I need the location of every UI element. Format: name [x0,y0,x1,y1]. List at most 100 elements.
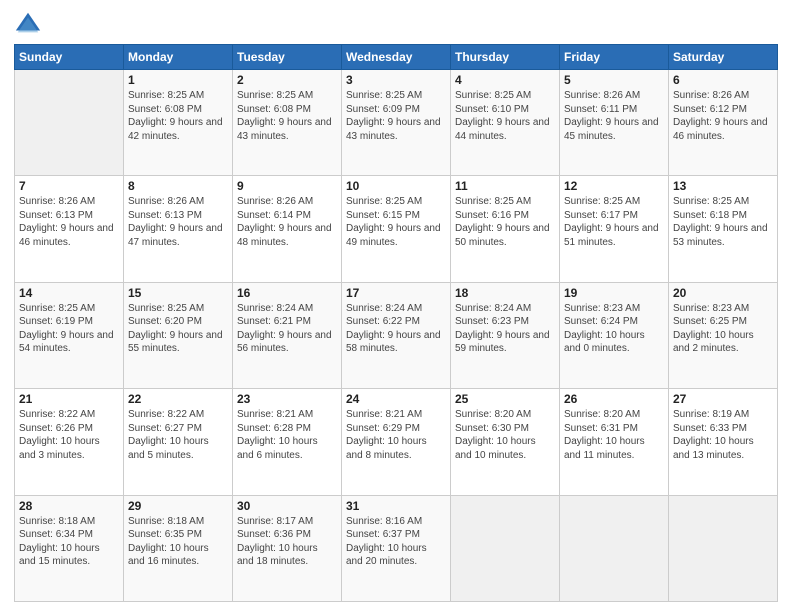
calendar-day-cell: 1 Sunrise: 8:25 AMSunset: 6:08 PMDaylight… [124,70,233,176]
day-info: Sunrise: 8:26 AMSunset: 6:14 PMDaylight:… [237,195,337,249]
logo-icon [14,10,42,38]
day-number: 3 [346,73,446,87]
day-number: 13 [673,179,773,193]
day-info: Sunrise: 8:25 AMSunset: 6:16 PMDaylight:… [455,195,555,249]
weekday-header-row: SundayMondayTuesdayWednesdayThursdayFrid… [15,45,778,70]
calendar-day-cell: 11 Sunrise: 8:25 AMSunset: 6:16 PMDayligh… [451,176,560,282]
day-number: 9 [237,179,337,193]
day-number: 8 [128,179,228,193]
calendar-day-cell: 16 Sunrise: 8:24 AMSunset: 6:21 PMDayligh… [233,282,342,388]
day-info: Sunrise: 8:25 AMSunset: 6:17 PMDaylight:… [564,195,664,249]
day-info: Sunrise: 8:25 AMSunset: 6:19 PMDaylight:… [19,302,119,356]
calendar-day-cell: 12 Sunrise: 8:25 AMSunset: 6:17 PMDayligh… [560,176,669,282]
day-info: Sunrise: 8:25 AMSunset: 6:08 PMDaylight:… [128,89,228,143]
day-info: Sunrise: 8:26 AMSunset: 6:12 PMDaylight:… [673,89,773,143]
calendar-day-cell: 27Sunrise: 8:19 AMSunset: 6:33 PMDayligh… [669,389,778,495]
calendar-body: 1 Sunrise: 8:25 AMSunset: 6:08 PMDaylight… [15,70,778,602]
calendar-day-cell: 2 Sunrise: 8:25 AMSunset: 6:08 PMDaylight… [233,70,342,176]
calendar-day-cell: 4 Sunrise: 8:25 AMSunset: 6:10 PMDaylight… [451,70,560,176]
day-info: Sunrise: 8:25 AMSunset: 6:20 PMDaylight:… [128,302,228,356]
day-info: Sunrise: 8:26 AMSunset: 6:13 PMDaylight:… [19,195,119,249]
day-number: 7 [19,179,119,193]
day-info: Sunrise: 8:26 AMSunset: 6:13 PMDaylight:… [128,195,228,249]
calendar-week-row: 14 Sunrise: 8:25 AMSunset: 6:19 PMDayligh… [15,282,778,388]
day-number: 26 [564,392,664,406]
weekday-header-cell: Saturday [669,45,778,70]
day-number: 20 [673,286,773,300]
day-number: 29 [128,499,228,513]
calendar-day-cell: 28 Sunrise: 8:18 AMSunset: 6:34 PMDayligh… [15,495,124,601]
calendar-day-cell: 31 Sunrise: 8:16 AMSunset: 6:37 PMDayligh… [342,495,451,601]
calendar-day-cell: 29Sunrise: 8:18 AMSunset: 6:35 PMDayligh… [124,495,233,601]
day-info: Sunrise: 8:26 AMSunset: 6:11 PMDaylight:… [564,89,664,143]
day-info: Sunrise: 8:23 AMSunset: 6:24 PMDaylight:… [564,302,664,356]
calendar-day-cell: 18Sunrise: 8:24 AMSunset: 6:23 PMDayligh… [451,282,560,388]
calendar-day-cell: 14 Sunrise: 8:25 AMSunset: 6:19 PMDayligh… [15,282,124,388]
day-number: 25 [455,392,555,406]
day-info: Sunrise: 8:17 AMSunset: 6:36 PMDaylight:… [237,515,337,569]
calendar-day-cell: 22 Sunrise: 8:22 AMSunset: 6:27 PMDayligh… [124,389,233,495]
calendar-header: SundayMondayTuesdayWednesdayThursdayFrid… [15,45,778,70]
day-number: 1 [128,73,228,87]
day-number: 11 [455,179,555,193]
calendar-table: SundayMondayTuesdayWednesdayThursdayFrid… [14,44,778,602]
calendar-day-cell: 19 Sunrise: 8:23 AMSunset: 6:24 PMDayligh… [560,282,669,388]
header [14,10,778,38]
day-info: Sunrise: 8:24 AMSunset: 6:23 PMDaylight:… [455,302,555,356]
day-number: 21 [19,392,119,406]
day-info: Sunrise: 8:20 AMSunset: 6:30 PMDaylight:… [455,408,555,462]
day-number: 5 [564,73,664,87]
day-info: Sunrise: 8:21 AMSunset: 6:29 PMDaylight:… [346,408,446,462]
day-number: 19 [564,286,664,300]
day-number: 24 [346,392,446,406]
day-number: 28 [19,499,119,513]
calendar-day-cell: 26Sunrise: 8:20 AMSunset: 6:31 PMDayligh… [560,389,669,495]
calendar-day-cell: 8 Sunrise: 8:26 AMSunset: 6:13 PMDaylight… [124,176,233,282]
weekday-header-cell: Tuesday [233,45,342,70]
day-info: Sunrise: 8:25 AMSunset: 6:15 PMDaylight:… [346,195,446,249]
calendar-day-cell [669,495,778,601]
calendar-day-cell [15,70,124,176]
day-number: 12 [564,179,664,193]
day-number: 16 [237,286,337,300]
logo [14,10,46,38]
calendar-day-cell: 6 Sunrise: 8:26 AMSunset: 6:12 PMDaylight… [669,70,778,176]
day-info: Sunrise: 8:25 AMSunset: 6:08 PMDaylight:… [237,89,337,143]
calendar-day-cell: 25 Sunrise: 8:20 AMSunset: 6:30 PMDayligh… [451,389,560,495]
day-info: Sunrise: 8:19 AMSunset: 6:33 PMDaylight:… [673,408,773,462]
day-number: 10 [346,179,446,193]
day-info: Sunrise: 8:22 AMSunset: 6:27 PMDaylight:… [128,408,228,462]
weekday-header-cell: Sunday [15,45,124,70]
calendar-week-row: 7 Sunrise: 8:26 AMSunset: 6:13 PMDaylight… [15,176,778,282]
day-info: Sunrise: 8:16 AMSunset: 6:37 PMDaylight:… [346,515,446,569]
day-info: Sunrise: 8:21 AMSunset: 6:28 PMDaylight:… [237,408,337,462]
calendar-day-cell: 7 Sunrise: 8:26 AMSunset: 6:13 PMDaylight… [15,176,124,282]
day-number: 6 [673,73,773,87]
day-number: 22 [128,392,228,406]
day-info: Sunrise: 8:23 AMSunset: 6:25 PMDaylight:… [673,302,773,356]
day-number: 15 [128,286,228,300]
calendar-day-cell: 30 Sunrise: 8:17 AMSunset: 6:36 PMDayligh… [233,495,342,601]
calendar-day-cell: 13 Sunrise: 8:25 AMSunset: 6:18 PMDayligh… [669,176,778,282]
day-number: 31 [346,499,446,513]
calendar-day-cell: 5 Sunrise: 8:26 AMSunset: 6:11 PMDaylight… [560,70,669,176]
calendar-day-cell: 23 Sunrise: 8:21 AMSunset: 6:28 PMDayligh… [233,389,342,495]
calendar-week-row: 21Sunrise: 8:22 AMSunset: 6:26 PMDayligh… [15,389,778,495]
day-info: Sunrise: 8:24 AMSunset: 6:21 PMDaylight:… [237,302,337,356]
day-number: 14 [19,286,119,300]
day-number: 2 [237,73,337,87]
day-info: Sunrise: 8:18 AMSunset: 6:34 PMDaylight:… [19,515,119,569]
calendar-day-cell: 10 Sunrise: 8:25 AMSunset: 6:15 PMDayligh… [342,176,451,282]
day-info: Sunrise: 8:25 AMSunset: 6:10 PMDaylight:… [455,89,555,143]
day-number: 4 [455,73,555,87]
calendar-day-cell [560,495,669,601]
calendar-day-cell: 20 Sunrise: 8:23 AMSunset: 6:25 PMDayligh… [669,282,778,388]
day-number: 17 [346,286,446,300]
calendar-week-row: 28 Sunrise: 8:18 AMSunset: 6:34 PMDayligh… [15,495,778,601]
calendar-day-cell: 15 Sunrise: 8:25 AMSunset: 6:20 PMDayligh… [124,282,233,388]
calendar-day-cell: 21Sunrise: 8:22 AMSunset: 6:26 PMDayligh… [15,389,124,495]
calendar-day-cell: 9 Sunrise: 8:26 AMSunset: 6:14 PMDaylight… [233,176,342,282]
day-number: 23 [237,392,337,406]
day-info: Sunrise: 8:25 AMSunset: 6:18 PMDaylight:… [673,195,773,249]
day-number: 30 [237,499,337,513]
